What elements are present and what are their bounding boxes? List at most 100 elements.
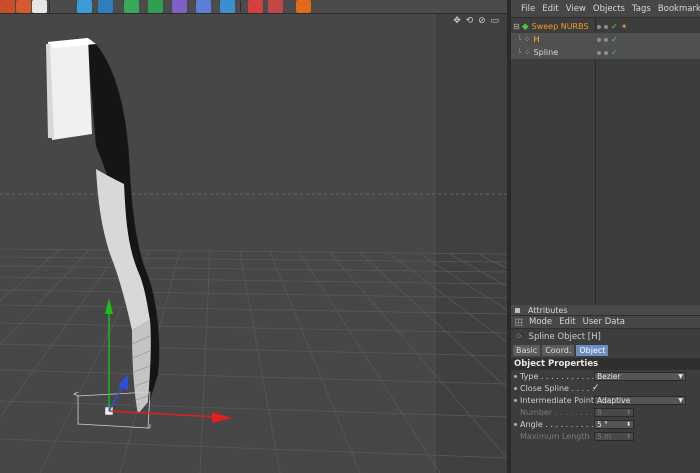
attribute-tabs: Basic Coord. Object <box>511 344 700 356</box>
tree-line: └ <box>517 35 522 44</box>
object-manager: File Edit View Objects Tags Bookmarks ⊟ … <box>511 0 700 305</box>
render-icon[interactable] <box>32 0 47 13</box>
menu-edit[interactable]: Edit <box>559 317 575 327</box>
stepper-icon: ⬍ <box>625 432 631 440</box>
dropdown-value: Adaptive <box>597 395 631 405</box>
stepper-icon[interactable]: ⬍ <box>626 421 631 428</box>
render-dot[interactable] <box>604 24 608 29</box>
object-row-sweep-nurbs[interactable]: ⊟ ◆ Sweep NURBS ✓ ✶ <box>511 20 700 33</box>
object-row-spline[interactable]: └ ⁘ Spline ✓ <box>511 46 700 59</box>
animate-dot[interactable] <box>514 374 517 378</box>
viewport-nav-icons[interactable]: ✥ ⟲ ⊘ ▭ <box>453 16 500 26</box>
object-name[interactable]: Sweep NURBS <box>532 22 589 31</box>
render-dot[interactable] <box>604 37 608 42</box>
y-axis-arrow[interactable] <box>105 298 113 314</box>
tree-line: └ <box>517 48 522 57</box>
menu-mode[interactable]: Mode <box>529 317 552 327</box>
redo-icon[interactable] <box>16 0 31 13</box>
maximum-length-field: 5 m ⬍ <box>594 431 634 441</box>
object-manager-column-divider <box>595 18 596 305</box>
pen-spline-icon[interactable] <box>98 0 113 13</box>
attributes-title: Attributes <box>528 305 568 315</box>
property-label: Maximum Length <box>520 431 590 441</box>
visibility-dot[interactable] <box>597 37 601 42</box>
type-dropdown[interactable]: Bezier ▼ <box>594 371 686 381</box>
cube-icon[interactable] <box>77 0 92 13</box>
property-close-spline: Close Spline . . . . . ✓ <box>511 382 700 394</box>
menu-file[interactable]: File <box>521 4 535 14</box>
menu-edit[interactable]: Edit <box>542 4 558 14</box>
camera-icon[interactable] <box>220 0 235 13</box>
object-name[interactable]: Spline <box>534 48 559 57</box>
property-angle: Angle . . . . . . . . . . . . 5 ° ⬍ <box>511 418 700 430</box>
enabled-check-icon[interactable]: ✓ <box>611 48 618 57</box>
visibility-dot[interactable] <box>597 24 601 29</box>
grid-icon[interactable] <box>268 0 283 13</box>
field-value: 5 ° <box>597 419 608 429</box>
property-intermediate-points: Intermediate Points Adaptive ▼ <box>511 394 700 406</box>
undo-icon[interactable] <box>0 0 15 13</box>
array-icon[interactable] <box>148 0 163 13</box>
toolbar-separator <box>49 1 50 12</box>
menu-view[interactable]: View <box>566 4 586 14</box>
object-manager-menubar: File Edit View Objects Tags Bookmarks <box>511 0 700 18</box>
scene-icon[interactable] <box>196 0 211 13</box>
object-flags: ✓ <box>597 35 618 44</box>
attributes-panel-header: Attributes <box>511 305 700 316</box>
property-maximum-length: Maximum Length 5 m ⬍ <box>511 430 700 442</box>
menu-objects[interactable]: Objects <box>593 4 625 14</box>
property-label: Intermediate Points <box>520 395 596 405</box>
select-cursor-icon[interactable] <box>248 0 263 13</box>
tab-basic[interactable]: Basic <box>513 344 541 356</box>
minus-expand-icon[interactable]: ⊟ <box>513 22 520 31</box>
x-axis-arrow[interactable] <box>212 412 232 423</box>
property-label: Type . . . . . . . . . . . . . <box>520 371 596 381</box>
dropdown-arrow-icon: ▼ <box>678 396 683 404</box>
animate-dot[interactable] <box>514 398 517 402</box>
sphere-icon[interactable] <box>296 0 311 13</box>
sweep-side-face <box>96 169 150 330</box>
enabled-check-icon[interactable]: ✓ <box>611 35 618 44</box>
dropdown-arrow-icon: ▼ <box>678 372 683 380</box>
property-label: Number . . . . . . . . . . <box>520 407 596 417</box>
z-axis-handle[interactable] <box>108 383 125 412</box>
intermediate-points-dropdown[interactable]: Adaptive ▼ <box>594 395 686 405</box>
animate-dot[interactable] <box>514 386 517 390</box>
panel-menu-icon[interactable] <box>515 307 520 313</box>
spline-icon: ⁘ <box>523 35 531 44</box>
object-flags: ✓ <box>597 48 618 57</box>
3d-viewport[interactable]: ✥ ⟲ ⊘ ▭ <box>0 14 508 473</box>
property-number: Number . . . . . . . . . . 8 ⬍ <box>511 406 700 418</box>
z-axis-arrow[interactable] <box>118 374 128 390</box>
object-title: Spline Object [H] <box>528 331 601 342</box>
object-name[interactable]: H <box>534 35 540 44</box>
menu-tags[interactable]: Tags <box>632 4 651 14</box>
menu-bookmarks[interactable]: Bookmarks <box>658 4 700 14</box>
visibility-dot[interactable] <box>597 50 601 55</box>
floor-grid <box>0 248 508 473</box>
stepper-icon: ⬍ <box>625 408 631 416</box>
animate-dot[interactable] <box>514 422 517 426</box>
object-flags: ✓ ✶ <box>597 22 627 31</box>
axis-gizmo <box>105 298 232 423</box>
deformer-icon[interactable] <box>172 0 187 13</box>
menu-user-data[interactable]: User Data <box>583 317 625 327</box>
tab-coord[interactable]: Coord. <box>542 344 575 356</box>
tag-icon[interactable]: ✶ <box>621 22 628 31</box>
grip-icon[interactable] <box>515 318 523 326</box>
section-object-properties[interactable]: Object Properties <box>511 358 700 370</box>
close-spline-checkbox[interactable]: ✓ <box>592 383 600 393</box>
animate-dot <box>514 411 517 414</box>
spline-object-icon: ⁘ <box>515 331 523 342</box>
angle-field[interactable]: 5 ° ⬍ <box>594 419 634 429</box>
object-row-h[interactable]: └ ⁘ H ✓ <box>511 33 700 46</box>
field-value: 8 <box>597 407 602 417</box>
attributes-manager: Attributes Mode Edit User Data ⁘ Spline … <box>511 305 700 473</box>
nurbs-icon[interactable] <box>124 0 139 13</box>
x-axis-handle[interactable] <box>108 410 219 418</box>
spline-icon: ⁘ <box>523 48 531 57</box>
tab-object[interactable]: Object <box>576 344 609 356</box>
render-dot[interactable] <box>604 50 608 55</box>
enabled-check-icon[interactable]: ✓ <box>611 22 618 31</box>
field-value: 5 m <box>597 431 612 441</box>
